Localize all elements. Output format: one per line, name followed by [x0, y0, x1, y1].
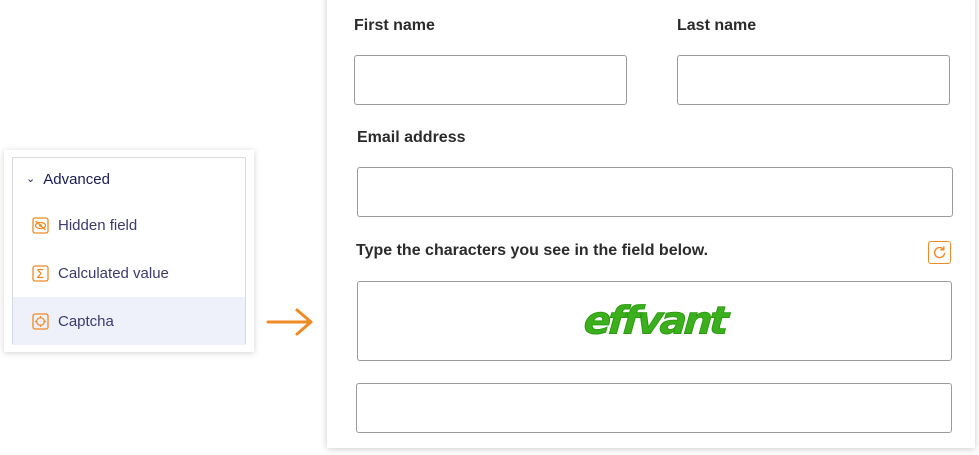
- captcha-icon: [32, 312, 49, 330]
- email-label: Email address: [357, 129, 466, 146]
- component-palette: ⌄ Advanced Hidden field Calculated value…: [4, 150, 254, 352]
- palette-item-hidden-field[interactable]: Hidden field: [13, 201, 245, 249]
- email-input[interactable]: [357, 167, 953, 217]
- captcha-image: effvant: [357, 281, 952, 361]
- captcha-text: effvant: [582, 299, 728, 344]
- chevron-down-icon: ⌄: [26, 173, 36, 185]
- advanced-group-header[interactable]: ⌄ Advanced: [13, 158, 245, 201]
- captcha-answer-input[interactable]: [356, 383, 952, 433]
- arrow-right-icon: [266, 308, 313, 336]
- first-name-label: First name: [354, 17, 435, 34]
- last-name-label: Last name: [677, 17, 757, 34]
- palette-group: ⌄ Advanced Hidden field Calculated value…: [12, 157, 246, 345]
- captcha-instruction: Type the characters you see in the field…: [356, 242, 709, 259]
- advanced-group-label: Advanced: [43, 171, 110, 188]
- palette-item-captcha[interactable]: Captcha: [13, 297, 245, 345]
- eye-slash-icon: [32, 216, 49, 234]
- first-name-input[interactable]: [354, 55, 627, 105]
- palette-item-calculated-value[interactable]: Calculated value: [13, 249, 245, 297]
- palette-item-label: Captcha: [58, 312, 114, 330]
- captcha-refresh-button[interactable]: [928, 241, 951, 264]
- refresh-icon: [933, 246, 946, 259]
- palette-item-label: Hidden field: [58, 216, 138, 234]
- form-preview: First name Last name Email address Type …: [327, 0, 975, 448]
- last-name-input[interactable]: [677, 55, 950, 105]
- palette-item-label: Calculated value: [58, 264, 169, 282]
- sigma-icon: [32, 264, 49, 282]
